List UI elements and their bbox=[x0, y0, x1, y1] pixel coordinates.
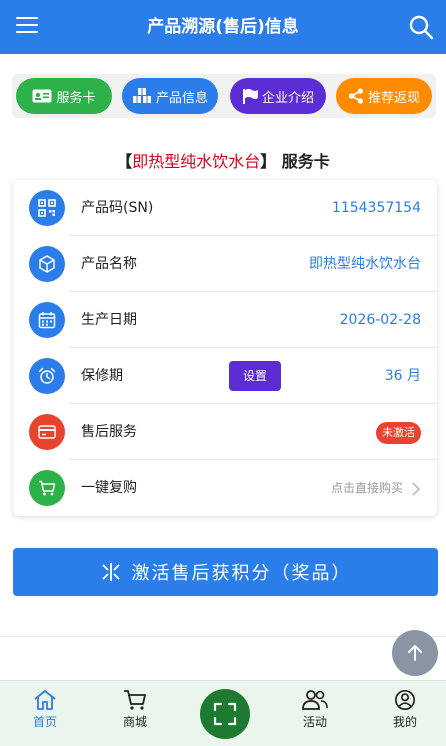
row-label: 一键复购 bbox=[81, 480, 137, 496]
row-label: 生产日期 bbox=[81, 312, 137, 328]
production-date-value: 2026-02-28 bbox=[339, 312, 421, 328]
serial-number-value: 1154357154 bbox=[331, 200, 421, 216]
product-name-value: 即热型纯水饮水台 bbox=[309, 256, 421, 272]
home-icon bbox=[34, 690, 56, 710]
tab-service-card[interactable]: 服务卡 bbox=[16, 78, 112, 114]
nav-label: 首页 bbox=[32, 715, 57, 729]
chevron-right-icon bbox=[412, 482, 421, 496]
activate-label: 激活售后获积分（奖品） bbox=[131, 563, 352, 584]
row-label: 保修期 bbox=[81, 368, 123, 384]
nav-activity[interactable]: 活动 bbox=[280, 689, 350, 739]
user-icon bbox=[395, 690, 415, 710]
back-to-top-button[interactable] bbox=[392, 630, 438, 676]
bottom-nav: 首页 商城 活动 我的 bbox=[0, 680, 446, 746]
tab-company-intro[interactable]: 企业介绍 bbox=[230, 78, 326, 114]
divider bbox=[0, 636, 446, 637]
tab-label: 产品信息 bbox=[155, 90, 208, 106]
id-card-icon bbox=[32, 89, 52, 103]
warranty-value: 36 月 bbox=[384, 368, 421, 384]
bracket-close: 】 bbox=[260, 152, 277, 171]
row-label: 售后服务 bbox=[81, 424, 137, 440]
calendar-icon bbox=[29, 302, 65, 338]
card-title-suffix: 服务卡 bbox=[281, 152, 330, 171]
nav-label: 我的 bbox=[392, 715, 417, 729]
tab-label: 企业介绍 bbox=[261, 90, 314, 106]
scan-button[interactable] bbox=[200, 689, 250, 739]
cart-icon bbox=[124, 690, 146, 710]
arrow-up-icon bbox=[408, 645, 422, 661]
qrcode-icon bbox=[29, 190, 65, 226]
row-serial-number: 产品码(SN) 1154357154 bbox=[13, 180, 437, 236]
flag-icon bbox=[242, 89, 258, 104]
tab-product-info[interactable]: 产品信息 bbox=[122, 78, 218, 114]
nav-mall[interactable]: 商城 bbox=[100, 689, 170, 739]
row-label: 产品码(SN) bbox=[81, 200, 154, 216]
scan-icon bbox=[213, 702, 237, 726]
nav-home[interactable]: 首页 bbox=[10, 689, 80, 739]
row-production-date: 生产日期 2026-02-28 bbox=[13, 292, 437, 348]
tab-bar: 服务卡 产品信息 企业介绍 推荐返现 bbox=[12, 74, 436, 118]
bracket-open: 【 bbox=[116, 152, 133, 171]
nav-profile[interactable]: 我的 bbox=[370, 689, 440, 739]
alarm-clock-icon bbox=[29, 358, 65, 394]
service-card-title: 【即热型纯水饮水台】 服务卡 bbox=[0, 148, 446, 174]
page-title: 产品溯源(售后)信息 bbox=[147, 17, 299, 37]
status-badge: 未激活 bbox=[376, 422, 421, 444]
activate-icon bbox=[101, 563, 120, 581]
nav-label: 商城 bbox=[122, 715, 147, 729]
card-product-name: 即热型纯水饮水台 bbox=[132, 152, 261, 171]
tab-referral-cashback[interactable]: 推荐返现 bbox=[336, 78, 432, 114]
people-icon bbox=[302, 690, 328, 710]
search-icon[interactable] bbox=[408, 14, 434, 40]
card-icon bbox=[29, 414, 65, 450]
row-after-sales: 售后服务 未激活 bbox=[13, 404, 437, 460]
app-header: 产品溯源(售后)信息 bbox=[0, 0, 446, 54]
row-repurchase[interactable]: 一键复购 点击直接购买 bbox=[13, 460, 437, 516]
buy-now-link[interactable]: 点击直接购买 bbox=[331, 460, 403, 516]
set-warranty-button[interactable]: 设置 bbox=[229, 361, 281, 391]
row-label: 产品名称 bbox=[81, 256, 137, 272]
tab-label: 推荐返现 bbox=[367, 90, 420, 106]
tab-label: 服务卡 bbox=[56, 90, 96, 106]
nav-label: 活动 bbox=[302, 715, 327, 729]
row-warranty: 保修期 设置 36 月 bbox=[13, 348, 437, 404]
boxes-icon bbox=[132, 88, 151, 103]
service-card: 产品码(SN) 1154357154 产品名称 即热型纯水饮水台 生产日期 20… bbox=[13, 180, 437, 516]
row-product-name: 产品名称 即热型纯水饮水台 bbox=[13, 236, 437, 292]
activate-after-sales-button[interactable]: 激活售后获积分（奖品） bbox=[13, 548, 438, 596]
share-icon bbox=[348, 88, 364, 104]
cart-icon bbox=[29, 470, 65, 506]
cube-icon bbox=[29, 246, 65, 282]
